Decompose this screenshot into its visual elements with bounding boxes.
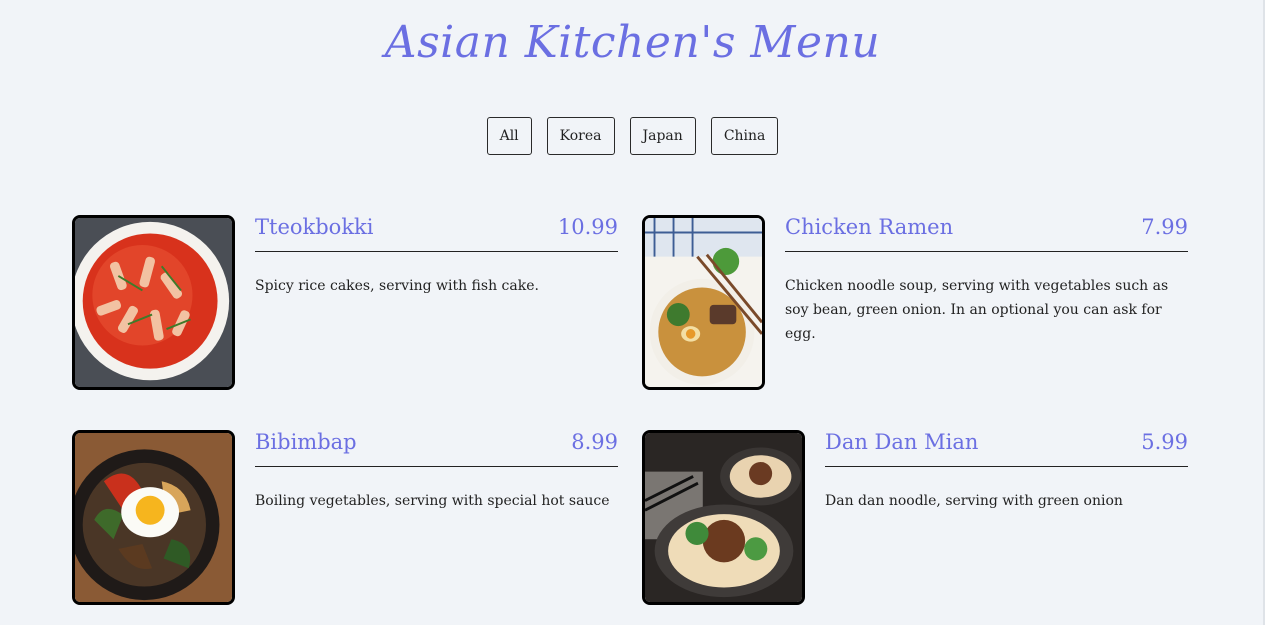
filter-japan-button[interactable]: Japan (629, 117, 696, 155)
item-info: Tteokbokki 10.99 Spicy rice cakes, servi… (255, 215, 618, 298)
item-header: Chicken Ramen 7.99 (785, 215, 1188, 252)
item-header: Tteokbokki 10.99 (255, 215, 618, 252)
item-description: Dan dan noodle, serving with green onion (825, 493, 1123, 509)
item-name: Chicken Ramen (785, 215, 954, 239)
item-price: 10.99 (557, 215, 618, 239)
tteokbokki-photo (72, 215, 235, 390)
bibimbap-photo (72, 430, 235, 605)
menu-page: Asian Kitchen's Menu All Korea Japan Chi… (0, 0, 1265, 625)
item-header: Bibimbap 8.99 (255, 430, 618, 467)
dan-dan-mian-photo (642, 430, 805, 605)
item-name: Tteokbokki (255, 215, 374, 239)
item-price: 8.99 (571, 430, 618, 454)
menu-item: Chicken Ramen 7.99 Chicken noodle soup, … (642, 215, 1188, 390)
chicken-ramen-photo (642, 215, 765, 390)
filter-bar: All Korea Japan China (0, 117, 1265, 155)
filter-korea-button[interactable]: Korea (546, 117, 615, 155)
item-header: Dan Dan Mian 5.99 (825, 430, 1188, 467)
menu-item: Bibimbap 8.99 Boiling vegetables, servin… (72, 430, 618, 605)
item-description: Boiling vegetables, serving with special… (255, 493, 610, 509)
filter-china-button[interactable]: China (710, 117, 779, 155)
item-info: Chicken Ramen 7.99 Chicken noodle soup, … (785, 215, 1188, 346)
item-name: Bibimbap (255, 430, 357, 454)
item-name: Dan Dan Mian (825, 430, 979, 454)
item-price: 5.99 (1141, 430, 1188, 454)
item-info: Bibimbap 8.99 Boiling vegetables, servin… (255, 430, 618, 513)
menu-title: Asian Kitchen's Menu (384, 17, 881, 68)
item-info: Dan Dan Mian 5.99 Dan dan noodle, servin… (825, 430, 1188, 513)
item-description: Chicken noodle soup, serving with vegeta… (785, 278, 1169, 342)
filter-all-button[interactable]: All (486, 117, 532, 155)
item-price: 7.99 (1141, 215, 1188, 239)
item-description: Spicy rice cakes, serving with fish cake… (255, 278, 539, 294)
menu-item: Tteokbokki 10.99 Spicy rice cakes, servi… (72, 215, 618, 390)
menu-item: Dan Dan Mian 5.99 Dan dan noodle, servin… (642, 430, 1188, 605)
